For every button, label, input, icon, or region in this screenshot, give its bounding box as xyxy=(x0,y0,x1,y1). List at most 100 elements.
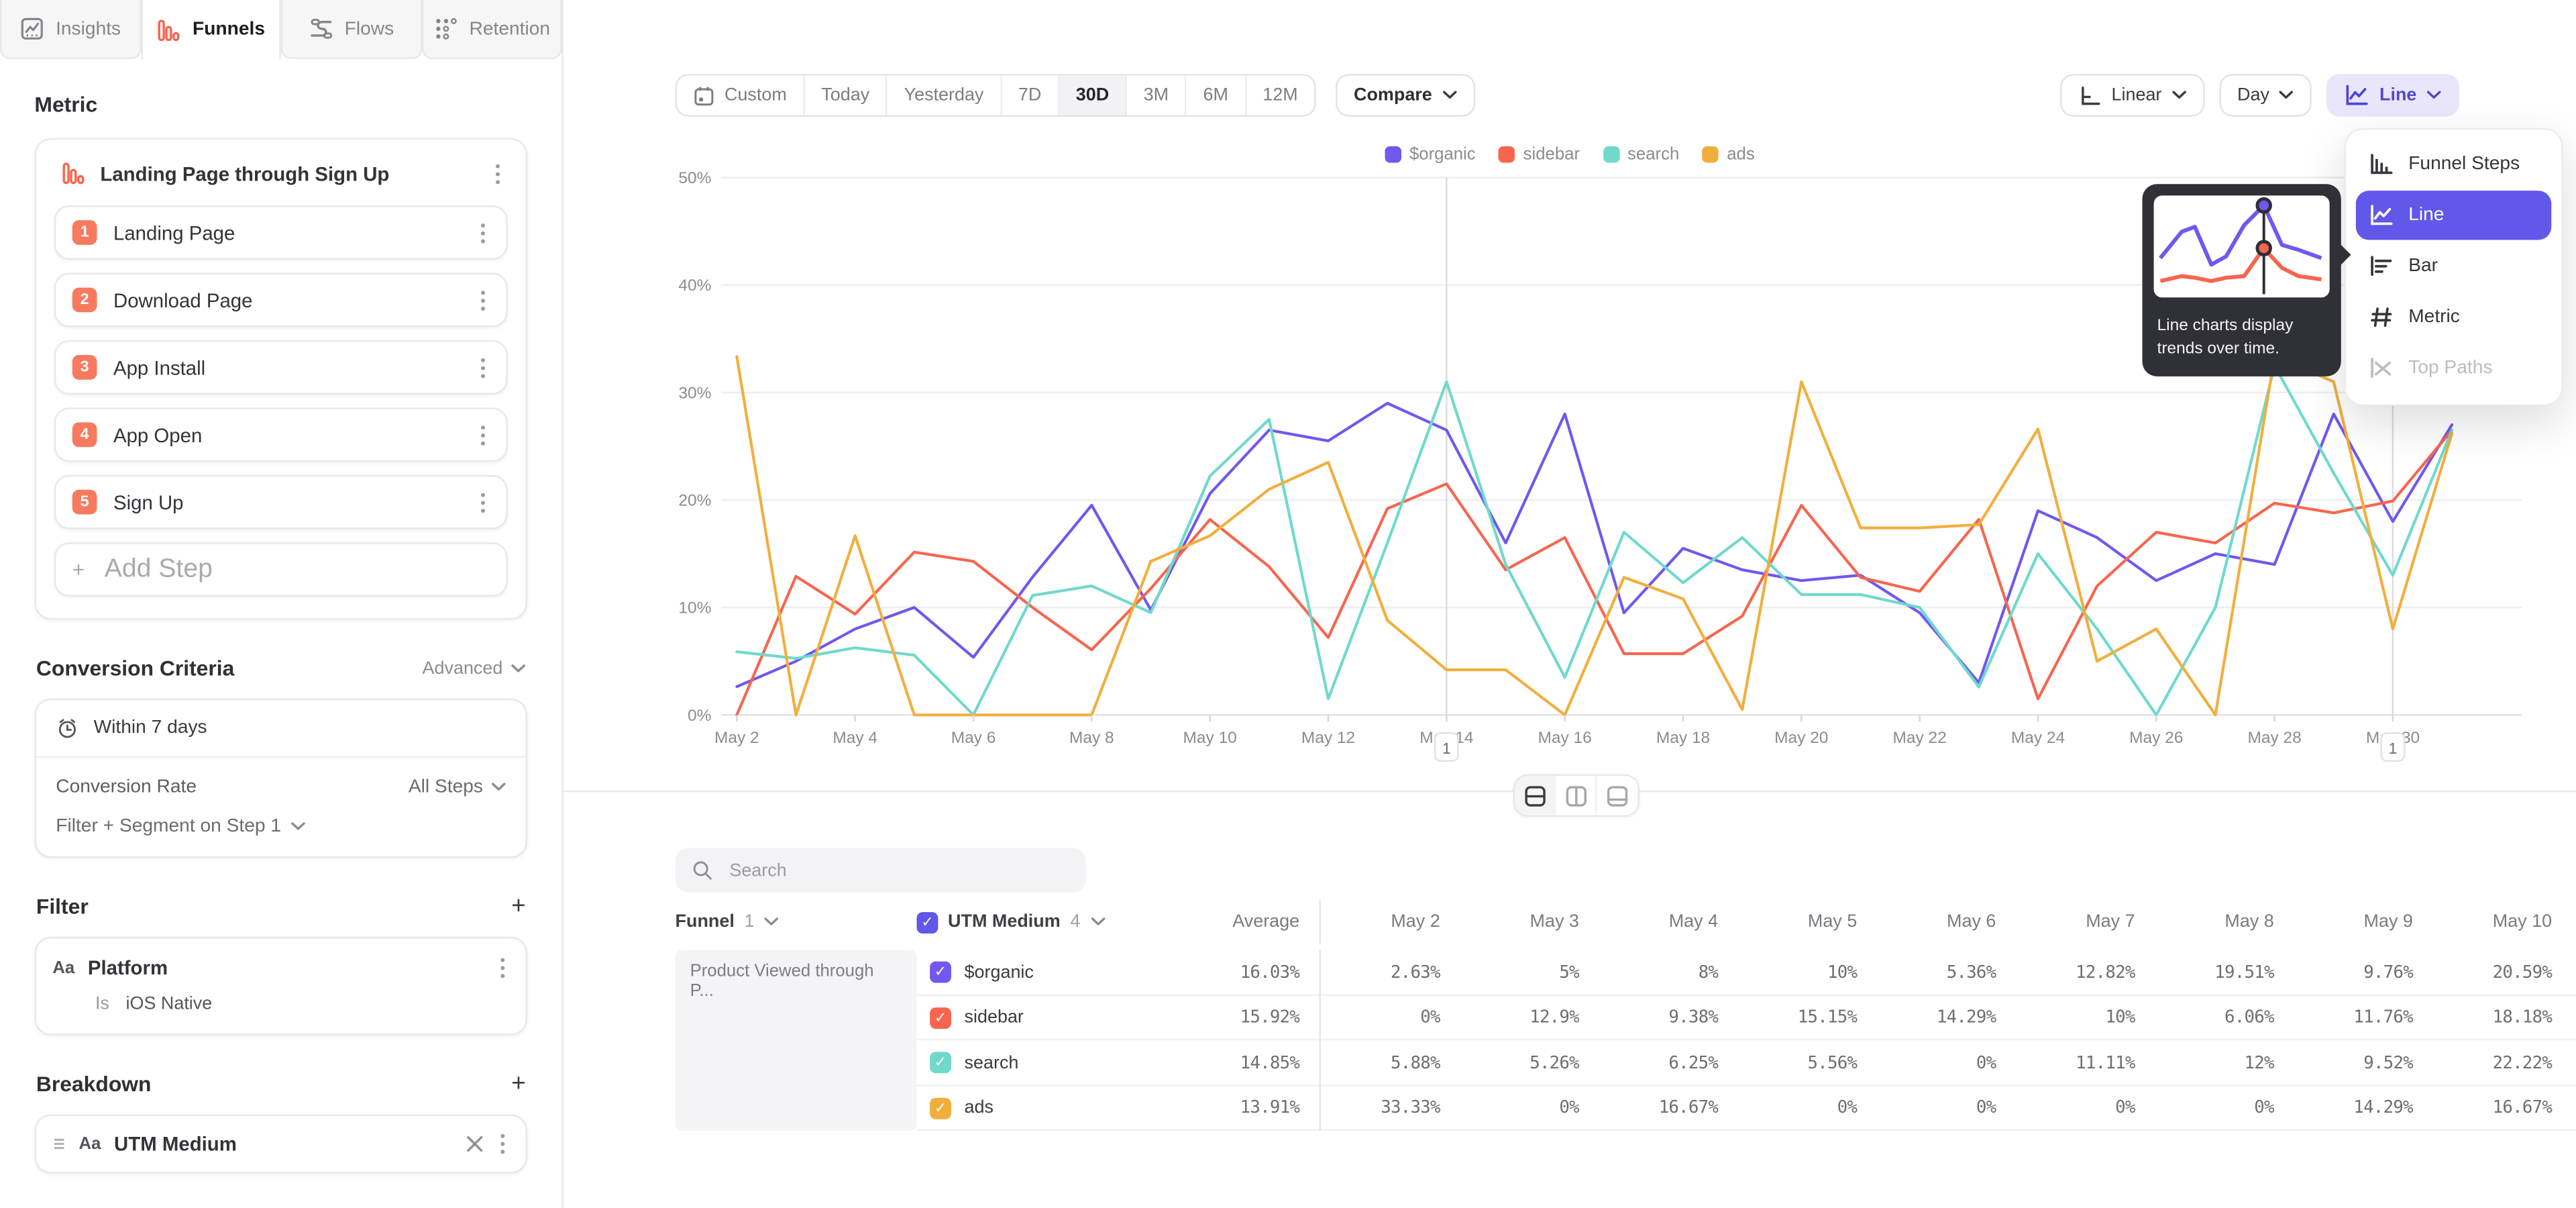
menu-item-line[interactable]: Line xyxy=(2356,191,2551,240)
kebab-menu-icon[interactable] xyxy=(476,423,490,446)
compare-button[interactable]: Compare xyxy=(1336,74,1474,117)
metric-card: Landing Page through Sign Up 1Landing Pa… xyxy=(34,138,527,620)
day-value: 5.88% xyxy=(1321,1053,1460,1072)
filter-segment-toggle[interactable]: Filter + Segment on Step 1 xyxy=(36,807,526,856)
kebab-menu-icon[interactable] xyxy=(491,162,504,185)
column-header-may-4: May 4 xyxy=(1599,912,1737,932)
legend-swatch xyxy=(1603,146,1619,162)
tab-label: Retention xyxy=(469,19,550,38)
breakdown-card[interactable]: Aa UTM Medium xyxy=(34,1114,527,1173)
series-checkbox[interactable]: ✓ xyxy=(930,1097,951,1119)
annotation-badge[interactable]: 1 xyxy=(2381,733,2404,761)
tab-retention[interactable]: Retention xyxy=(421,0,561,59)
range-custom-button[interactable]: Custom xyxy=(677,76,805,115)
kebab-menu-icon[interactable] xyxy=(476,356,490,379)
kebab-menu-icon[interactable] xyxy=(496,956,510,979)
legend-label: $organic xyxy=(1409,145,1476,164)
table-row-ads[interactable]: ✓ads13.91%33.33%0%16.67%0%0%0%0%14.29%16… xyxy=(917,1086,2576,1131)
metric-card-header[interactable]: Landing Page through Sign Up xyxy=(54,158,508,205)
kebab-menu-icon[interactable] xyxy=(496,1132,510,1155)
group-column-selector[interactable]: ✓ UTM Medium 4 xyxy=(917,911,1183,933)
range-today-button[interactable]: Today xyxy=(805,76,888,115)
breakdown-table: Funnel 1 ✓ UTM Medium 4 AverageMay 2May … xyxy=(676,901,2576,1131)
funnel-step-download-page[interactable]: 2Download Page xyxy=(54,273,508,328)
granularity-selector-button[interactable]: Day xyxy=(2219,74,2312,117)
funnel-bars-icon xyxy=(61,161,86,186)
legend-item-sidebar[interactable]: sidebar xyxy=(1499,145,1580,164)
legend-label: ads xyxy=(1727,145,1754,164)
bottom-panel-view-button[interactable] xyxy=(1597,776,1638,815)
annotation-badge-label: 1 xyxy=(1442,740,1451,757)
day-value: 12.9% xyxy=(1460,1008,1599,1027)
filter-operator[interactable]: Is xyxy=(95,995,109,1014)
clock-icon xyxy=(56,717,78,740)
add-step-button[interactable]: + Add Step xyxy=(54,542,508,597)
kebab-menu-icon[interactable] xyxy=(476,491,490,513)
scale-selector-button[interactable]: Linear xyxy=(2061,74,2204,117)
series-checkbox[interactable]: ✓ xyxy=(930,962,951,983)
range-30d-button[interactable]: 30D xyxy=(1059,76,1127,115)
funnel-row-group-label[interactable]: Product Viewed through P... xyxy=(676,950,917,1131)
chevron-down-icon xyxy=(2426,91,2441,101)
funnel-step-landing-page[interactable]: 1Landing Page xyxy=(54,205,508,260)
menu-item-metric[interactable]: Metric xyxy=(2356,293,2551,342)
range-label: 12M xyxy=(1263,85,1297,105)
filter-card[interactable]: Aa Platform Is iOS Native xyxy=(34,937,527,1036)
series-name: $organic xyxy=(965,962,1034,982)
column-header-may-9: May 9 xyxy=(2294,912,2432,932)
conversion-window-row[interactable]: Within 7 days xyxy=(36,700,526,756)
series-checkbox[interactable]: ✓ xyxy=(930,1007,951,1029)
chart-type-selector-button[interactable]: Line xyxy=(2327,74,2459,117)
legend-item-ads[interactable]: ads xyxy=(1703,145,1755,164)
annotation-badge[interactable]: 1 xyxy=(1435,733,1458,761)
table-row-search[interactable]: ✓search14.85%5.88%5.26%6.25%5.56%0%11.11… xyxy=(917,1040,2576,1085)
conversion-rate-selector[interactable]: All Steps xyxy=(409,777,506,797)
metric-icon xyxy=(2369,306,2394,329)
add-filter-button[interactable]: + xyxy=(511,894,525,919)
menu-item-bar[interactable]: Bar xyxy=(2356,242,2551,291)
kebab-menu-icon[interactable] xyxy=(476,221,490,244)
filter-segment-label: Filter + Segment on Step 1 xyxy=(56,817,281,836)
range-7d-button[interactable]: 7D xyxy=(1002,76,1059,115)
x-axis-label: May 28 xyxy=(2247,729,2301,747)
funnel-step-app-install[interactable]: 3App Install xyxy=(54,340,508,395)
legend-item-organic[interactable]: $organic xyxy=(1385,145,1475,164)
tab-insights[interactable]: Insights xyxy=(0,0,140,59)
search-input[interactable] xyxy=(726,859,1069,882)
tab-flows[interactable]: Flows xyxy=(281,0,421,59)
day-value: 2.63% xyxy=(1321,962,1460,982)
table-rows: ✓$organic16.03%2.63%5%8%10%5.36%12.82%19… xyxy=(917,950,2576,1131)
drag-handle-icon[interactable] xyxy=(52,1136,66,1152)
menu-item-funnel-steps[interactable]: Funnel Steps xyxy=(2356,140,2551,189)
day-value: 6.06% xyxy=(2155,1008,2294,1027)
split-horizontal-view-button[interactable] xyxy=(1515,776,1556,815)
range-yesterday-button[interactable]: Yesterday xyxy=(888,76,1002,115)
chart-type-menu: Funnel StepsLineBarMetricTop Paths xyxy=(2345,128,2563,406)
funnel-selector[interactable]: Funnel 1 xyxy=(676,912,917,932)
legend-item-search[interactable]: search xyxy=(1603,145,1679,164)
add-breakdown-button[interactable]: + xyxy=(511,1072,525,1097)
y-axis-label: 20% xyxy=(678,492,711,510)
split-vertical-view-button[interactable] xyxy=(1556,776,1597,815)
table-row-sidebar[interactable]: ✓sidebar15.92%0%12.9%9.38%15.15%14.29%10… xyxy=(917,995,2576,1040)
filter-value[interactable]: iOS Native xyxy=(126,995,213,1014)
annotation-badge-label: 1 xyxy=(2388,740,2397,757)
range-3m-button[interactable]: 3M xyxy=(1127,76,1187,115)
range-6m-button[interactable]: 6M xyxy=(1187,76,1246,115)
advanced-toggle[interactable]: Advanced xyxy=(423,658,526,678)
column-header-may-3: May 3 xyxy=(1460,912,1599,932)
insights-icon xyxy=(19,16,44,41)
select-all-checkbox[interactable]: ✓ xyxy=(917,911,938,933)
range-12m-button[interactable]: 12M xyxy=(1246,76,1314,115)
average-value: 16.03% xyxy=(1183,950,1321,995)
day-value: 0% xyxy=(2155,1099,2294,1118)
kebab-menu-icon[interactable] xyxy=(476,289,490,311)
table-row-organic[interactable]: ✓$organic16.03%2.63%5%8%10%5.36%12.82%19… xyxy=(917,950,2576,995)
series-checkbox[interactable]: ✓ xyxy=(930,1052,951,1074)
funnel-step-app-open[interactable]: 4App Open xyxy=(54,407,508,462)
tab-funnels[interactable]: Funnels xyxy=(140,0,280,59)
day-value: 11.76% xyxy=(2294,1008,2432,1027)
funnel-step-sign-up[interactable]: 5Sign Up xyxy=(54,475,508,530)
remove-breakdown-icon[interactable] xyxy=(467,1136,483,1152)
top-paths-icon xyxy=(2369,356,2394,379)
